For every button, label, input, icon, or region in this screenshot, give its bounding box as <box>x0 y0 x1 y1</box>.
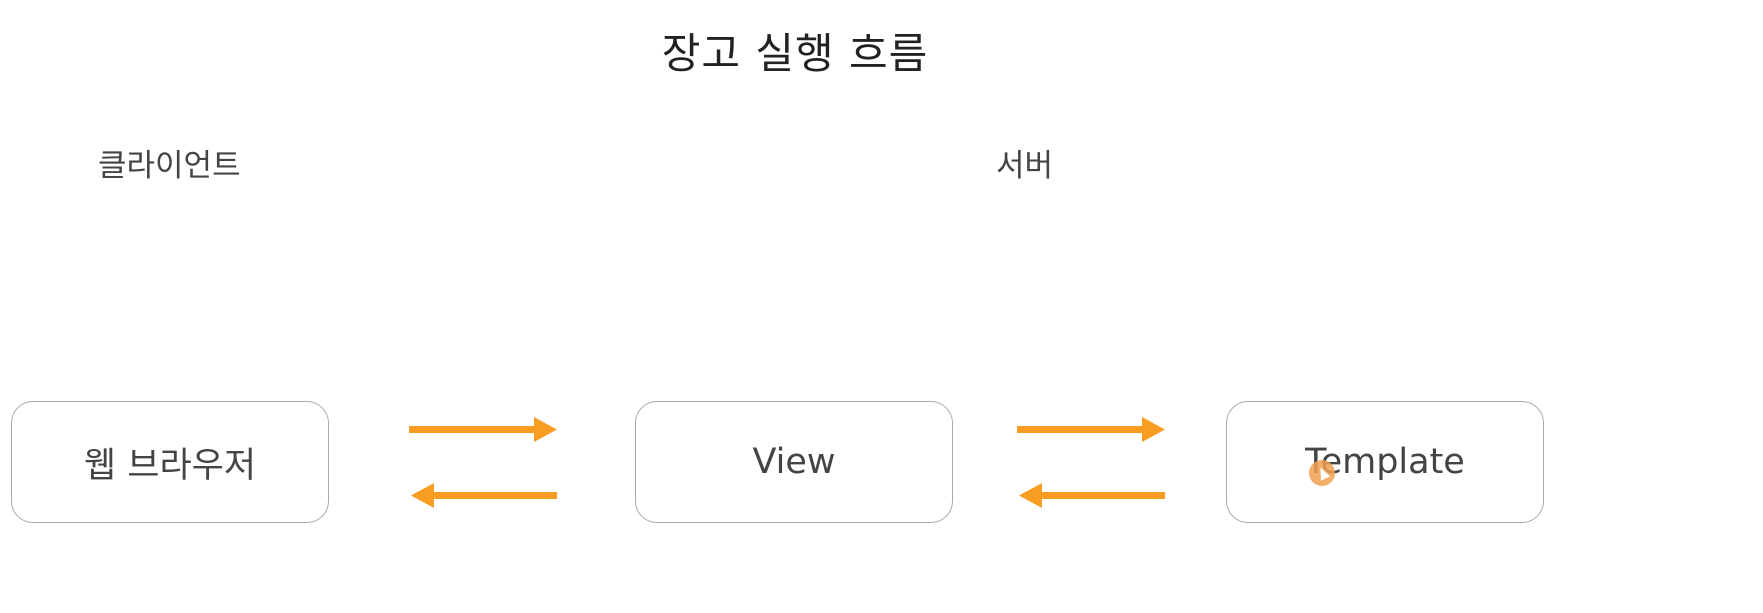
web-browser-box: 웹 브라우저 <box>11 401 329 523</box>
template-box: Template <box>1226 401 1544 523</box>
server-label: 서버 <box>996 148 1054 184</box>
browser-view-arrows <box>409 417 557 508</box>
view-template-arrows <box>1017 417 1165 508</box>
view-box: View <box>635 401 953 523</box>
request-arrow-right <box>409 417 557 442</box>
render-arrow-right <box>1017 417 1165 442</box>
client-label: 클라이언트 <box>98 148 241 184</box>
web-browser-box-label: 웹 브라우저 <box>83 445 257 486</box>
view-box-label: View <box>752 442 836 482</box>
diagram-title: 장고 실행 흐름 <box>661 29 929 78</box>
rendered-arrow-left <box>1019 483 1165 508</box>
response-arrow-left <box>411 483 557 508</box>
